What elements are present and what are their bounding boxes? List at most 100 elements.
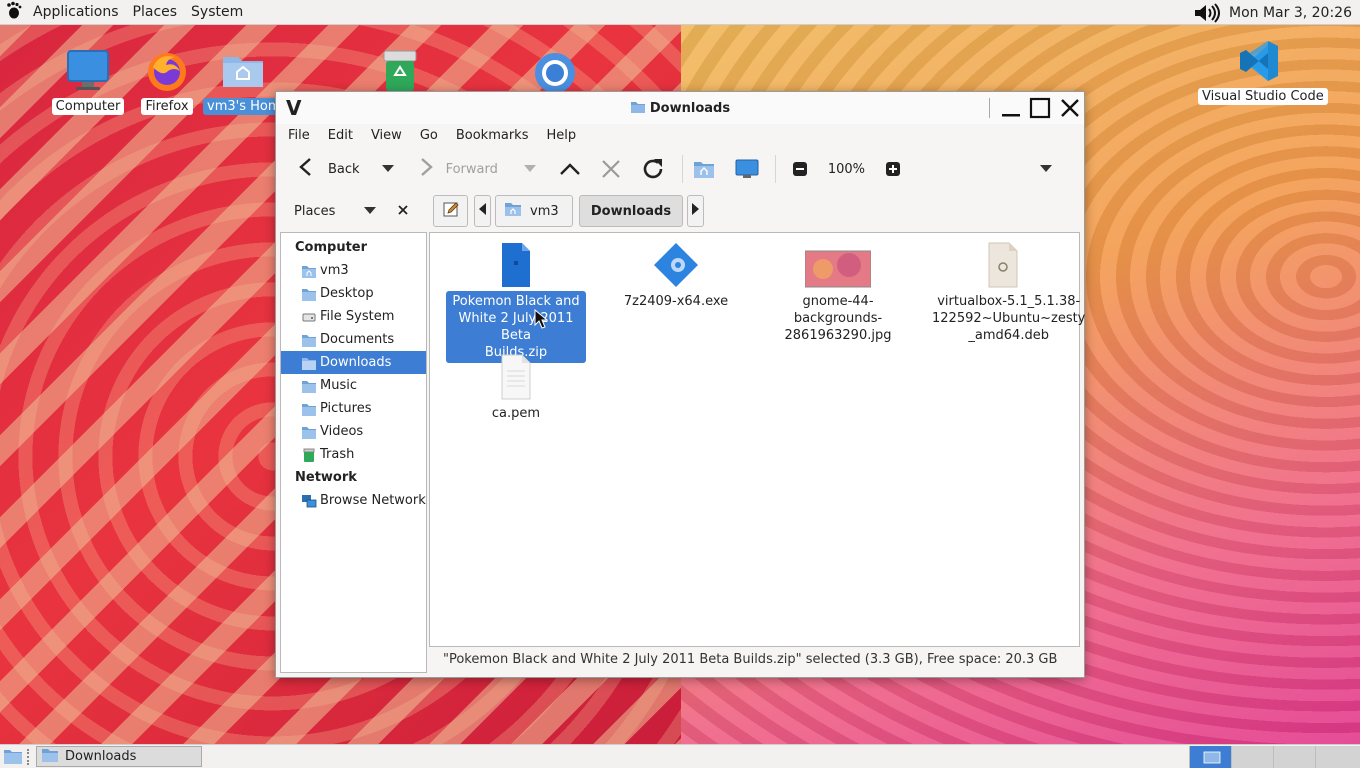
places-selector[interactable]: Places — [286, 199, 416, 223]
desktop-icon-vscode[interactable]: Visual Studio Code — [1198, 37, 1328, 105]
places-menu[interactable]: Places — [126, 0, 185, 25]
desktop-icon-label: Firefox — [141, 98, 193, 115]
sidebar-item-pictures[interactable]: Pictures — [281, 397, 426, 420]
path-button-downloads[interactable]: Downloads — [579, 195, 683, 227]
file-view[interactable]: Pokemon Black and White 2 July 2011 Beta B… — [429, 232, 1085, 647]
zip-file-icon — [492, 241, 540, 289]
workspace-4[interactable] — [1315, 746, 1360, 768]
window-title: Downloads — [649, 101, 731, 116]
zoom-out-icon[interactable] — [792, 154, 808, 184]
sidebar-item-downloads[interactable]: Downloads — [281, 351, 426, 374]
gnome-foot-icon[interactable] — [6, 1, 22, 24]
image-thumbnail-icon — [804, 241, 872, 289]
clock[interactable]: Mon Mar 3, 20:26 — [1229, 5, 1352, 21]
sidebar-item-label: Desktop — [320, 286, 374, 301]
sidebar-item-desktop[interactable]: Desktop — [281, 282, 426, 305]
places-sidebar: Computer vm3 Desktop File System Documen… — [280, 232, 427, 673]
sidebar-item-vm3[interactable]: vm3 — [281, 259, 426, 282]
workspace-3[interactable] — [1273, 746, 1315, 768]
path-scroll-right[interactable] — [687, 195, 704, 227]
arrow-left-icon — [296, 156, 316, 182]
exe-file-icon — [652, 241, 700, 289]
path-scroll-left[interactable] — [474, 195, 491, 227]
workspace-1[interactable] — [1189, 746, 1231, 768]
sidebar-item-documents[interactable]: Documents — [281, 328, 426, 351]
taskbar-item-downloads[interactable]: Downloads — [36, 746, 202, 767]
window-title-container: Downloads — [276, 100, 1084, 118]
menu-file[interactable]: File — [282, 128, 316, 143]
desktop-icon-chrome[interactable] — [515, 47, 595, 95]
folder-icon — [41, 747, 59, 767]
triangle-right-icon — [691, 203, 700, 219]
sidebar-item-trash[interactable]: Trash — [281, 443, 426, 466]
file-item[interactable]: gnome-44- backgrounds- 2861963290.jpg — [768, 241, 908, 346]
folder-icon — [301, 401, 317, 417]
forward-button[interactable]: Forward — [416, 154, 498, 184]
path-bar: vm3 Downloads — [433, 194, 710, 228]
sidebar-item-file-system[interactable]: File System — [281, 305, 426, 328]
reload-icon[interactable] — [640, 154, 666, 184]
desktop-icon-trash[interactable] — [360, 47, 440, 95]
taskbar-item-label: Downloads — [65, 749, 137, 764]
forward-history-dropdown[interactable] — [523, 154, 536, 184]
desktop-icon-label: Visual Studio Code — [1198, 88, 1328, 105]
sidebar-item-label: Music — [320, 378, 357, 393]
menu-view[interactable]: View — [365, 128, 408, 143]
desktop-icon-computer[interactable]: Computer — [48, 47, 128, 115]
zoom-in-icon[interactable] — [885, 154, 901, 184]
menu-go[interactable]: Go — [414, 128, 444, 143]
sidebar-item-browse-network[interactable]: Browse Network — [281, 489, 426, 512]
pencil-icon — [442, 200, 460, 222]
titlebar[interactable]: V Downloads — [276, 92, 1084, 124]
file-manager-window: V Downloads File Edit View Go Bookmarks … — [275, 91, 1085, 678]
bottom-panel: Downloads — [0, 744, 1360, 768]
sidebar-item-label: Videos — [320, 424, 364, 439]
back-history-dropdown[interactable] — [381, 154, 394, 184]
desktop-icon-firefox[interactable]: Firefox — [127, 47, 207, 115]
desktop-icon-home[interactable]: vm3's Hom — [203, 47, 285, 115]
menu-edit[interactable]: Edit — [322, 128, 359, 143]
file-item[interactable]: 7z2409-x64.exe — [606, 241, 746, 312]
sidebar-item-label: Browse Network — [320, 493, 426, 508]
file-item[interactable]: virtualbox-5.1_5.1.38- 122592~Ubuntu~zest… — [928, 241, 1085, 346]
path-button-vm3[interactable]: vm3 — [495, 195, 573, 227]
arrow-right-icon — [416, 156, 436, 182]
status-bar: "Pokemon Black and White 2 July 2011 Bet… — [443, 652, 1058, 667]
file-item[interactable]: Pokemon Black and White 2 July 2011 Beta B… — [446, 241, 586, 363]
up-icon[interactable] — [558, 154, 582, 184]
close-sidebar-icon[interactable] — [398, 204, 408, 219]
file-name: 7z2409-x64.exe — [623, 294, 729, 309]
menu-bookmarks[interactable]: Bookmarks — [450, 128, 535, 143]
file-item[interactable]: ca.pem — [446, 353, 586, 424]
close-icon[interactable] — [1058, 96, 1082, 120]
menu-help[interactable]: Help — [540, 128, 582, 143]
forward-label: Forward — [445, 161, 498, 177]
maximize-icon[interactable] — [1028, 96, 1052, 120]
zoom-level[interactable]: 100% — [828, 154, 865, 184]
workspace-2[interactable] — [1231, 746, 1273, 768]
deb-package-icon — [979, 241, 1027, 289]
minimize-icon[interactable] — [999, 96, 1023, 120]
show-desktop-icon[interactable] — [3, 747, 23, 769]
toolbar-overflow-dropdown[interactable] — [1040, 154, 1053, 184]
location-bar: Places vm3 Downloads — [276, 191, 1084, 231]
vscode-icon — [1234, 37, 1282, 85]
edit-location-button[interactable] — [433, 195, 468, 227]
back-label: Back — [328, 161, 360, 177]
speaker-icon[interactable] — [1193, 2, 1223, 23]
system-menu[interactable]: System — [184, 0, 250, 25]
sidebar-item-videos[interactable]: Videos — [281, 420, 426, 443]
sidebar-item-label: Downloads — [320, 355, 392, 370]
back-button[interactable]: Back — [296, 154, 360, 184]
trash-icon — [301, 447, 317, 463]
stop-icon[interactable] — [600, 154, 622, 184]
applications-menu[interactable]: Applications — [26, 0, 126, 25]
sidebar-header-network: Network — [295, 470, 357, 485]
network-icon — [301, 493, 317, 509]
sidebar-item-music[interactable]: Music — [281, 374, 426, 397]
home-folder-icon[interactable] — [693, 154, 715, 184]
drive-icon — [301, 309, 317, 325]
computer-icon[interactable] — [735, 154, 759, 184]
titlebar-separator — [989, 98, 990, 118]
triangle-left-icon — [478, 203, 487, 219]
